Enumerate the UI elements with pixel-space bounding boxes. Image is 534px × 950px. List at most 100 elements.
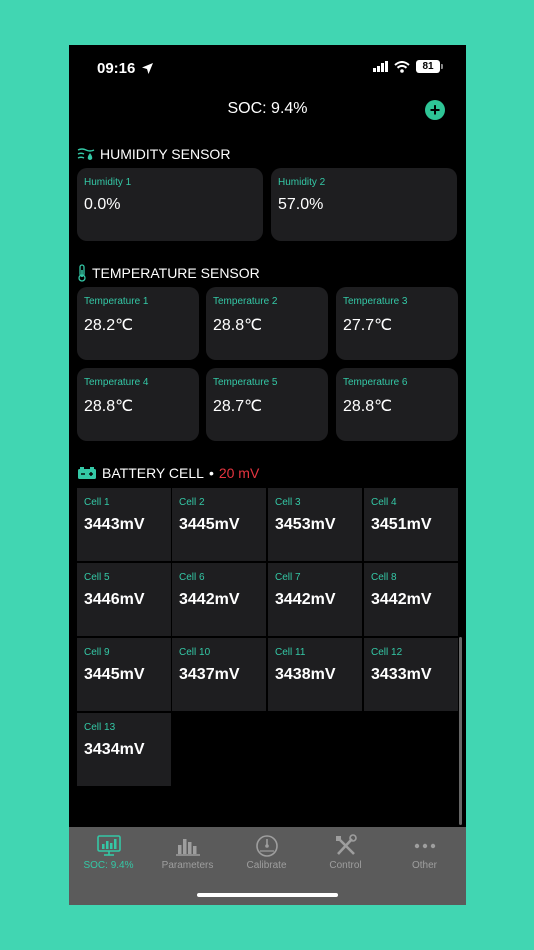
tab-control[interactable]: Control	[306, 827, 385, 877]
cell-voltage-delta: 20 mV	[218, 465, 260, 481]
humidity-label: Humidity 2	[278, 177, 326, 188]
cell-voltage: 3445mV	[179, 516, 240, 533]
tab-calibrate[interactable]: Calibrate	[227, 827, 306, 877]
temperature-label: Temperature 2	[213, 296, 278, 307]
battery-icon: 81	[416, 60, 443, 73]
cell-tile: Cell 12 3433mV	[364, 638, 458, 711]
cell-label: Cell 7	[275, 572, 301, 583]
cell-tile: Cell 1 3443mV	[77, 488, 171, 561]
humidity-card: Humidity 2 57.0%	[271, 168, 457, 241]
gauge-icon	[255, 835, 278, 857]
cell-voltage: 3445mV	[84, 666, 145, 683]
tab-label: Parameters	[161, 860, 214, 871]
temperature-card: Temperature 2 28.8℃	[206, 287, 328, 360]
thermometer-icon	[78, 264, 86, 282]
cell-voltage: 3442mV	[179, 591, 240, 608]
temperature-value: 28.8℃	[84, 398, 134, 415]
status-time: 09:16	[97, 60, 154, 77]
temperature-card: Temperature 6 28.8℃	[336, 368, 458, 441]
cell-tile: Cell 4 3451mV	[364, 488, 458, 561]
tab-label: Other	[411, 860, 437, 871]
cell-voltage: 3438mV	[275, 666, 336, 683]
cell-voltage: 3443mV	[84, 516, 145, 533]
cell-voltage: 3451mV	[371, 516, 432, 533]
temperature-value: 28.7℃	[213, 398, 263, 415]
separator-dot: •	[208, 465, 214, 481]
page-title: SOC: 9.4%	[227, 100, 308, 117]
cell-voltage: 3442mV	[275, 591, 336, 608]
cell-tile: Cell 13 3434mV	[77, 713, 171, 786]
cell-voltage: 3453mV	[275, 516, 336, 533]
cell-tile: Cell 6 3442mV	[172, 563, 266, 636]
temperature-label: Temperature 3	[343, 296, 408, 307]
temperature-card: Temperature 4 28.8℃	[77, 368, 199, 441]
cell-voltage: 3442mV	[371, 591, 432, 608]
tab-other[interactable]: Other	[385, 827, 464, 877]
cell-tile: Cell 10 3437mV	[172, 638, 266, 711]
cell-label: Cell 13	[84, 722, 116, 733]
humidity-value: 0.0%	[84, 196, 121, 213]
status-bar: 09:16 81	[69, 45, 466, 91]
cell-label: Cell 9	[84, 647, 110, 658]
cell-voltage: 3433mV	[371, 666, 432, 683]
tab-label: Calibrate	[246, 860, 287, 871]
cell-label: Cell 2	[179, 497, 205, 508]
tools-icon	[335, 834, 357, 855]
add-button[interactable]: +	[425, 100, 445, 120]
temperature-value: 27.7℃	[343, 317, 393, 334]
scrollbar[interactable]	[459, 637, 462, 825]
cell-label: Cell 11	[275, 647, 306, 658]
monitor-chart-icon	[96, 835, 121, 856]
cell-tile: Cell 7 3442mV	[268, 563, 362, 636]
battery-pack-icon	[78, 467, 96, 479]
temperature-card: Temperature 3 27.7℃	[336, 287, 458, 360]
humidity-value: 57.0%	[278, 196, 324, 213]
time-text: 09:16	[97, 60, 136, 77]
humidity-icon	[77, 148, 95, 160]
bar-chart-icon	[175, 839, 200, 856]
temperature-label: Temperature 4	[84, 377, 149, 388]
more-dots-icon	[414, 843, 435, 849]
cell-tile: Cell 5 3446mV	[77, 563, 171, 636]
cell-tile: Cell 2 3445mV	[172, 488, 266, 561]
phone-screen: 09:16 81 SOC: 9.4% + HUMIDITY SENSOR Hum…	[69, 45, 466, 905]
humidity-section-title: HUMIDITY SENSOR	[100, 146, 231, 162]
cellular-signal-icon	[373, 61, 388, 72]
cell-tile: Cell 3 3453mV	[268, 488, 362, 561]
cell-label: Cell 10	[179, 647, 211, 658]
temperature-label: Temperature 6	[343, 377, 408, 388]
home-indicator[interactable]	[197, 893, 338, 897]
cell-label: Cell 1	[84, 497, 110, 508]
tab-parameters[interactable]: Parameters	[148, 827, 227, 877]
humidity-section-header: HUMIDITY SENSOR	[77, 146, 230, 162]
cell-label: Cell 3	[275, 497, 301, 508]
location-arrow-icon	[142, 63, 154, 74]
temperature-card: Temperature 5 28.7℃	[206, 368, 328, 441]
status-indicators: 81	[373, 60, 443, 73]
cell-tile: Cell 8 3442mV	[364, 563, 458, 636]
wifi-icon	[394, 60, 410, 73]
temperature-value: 28.2℃	[84, 317, 134, 334]
temperature-label: Temperature 5	[213, 377, 278, 388]
temperature-label: Temperature 1	[84, 296, 149, 307]
cell-label: Cell 8	[371, 572, 397, 583]
cell-label: Cell 6	[179, 572, 205, 583]
battery-cell-section-title: BATTERY CELL	[102, 465, 204, 481]
cell-voltage: 3434mV	[84, 741, 145, 758]
cell-voltage: 3437mV	[179, 666, 240, 683]
temperature-value: 28.8℃	[213, 317, 263, 334]
cell-label: Cell 5	[84, 572, 110, 583]
humidity-label: Humidity 1	[84, 177, 132, 188]
temperature-value: 28.8℃	[343, 398, 393, 415]
temperature-section-title: TEMPERATURE SENSOR	[92, 265, 260, 281]
temperature-section-header: TEMPERATURE SENSOR	[77, 264, 260, 282]
cell-label: Cell 4	[371, 497, 397, 508]
temperature-card: Temperature 1 28.2℃	[77, 287, 199, 360]
tab-soc[interactable]: SOC: 9.4%	[69, 827, 148, 877]
humidity-card: Humidity 1 0.0%	[77, 168, 263, 241]
tab-label: SOC: 9.4%	[83, 860, 134, 871]
cell-tile: Cell 9 3445mV	[77, 638, 171, 711]
tab-label: Control	[329, 860, 362, 871]
battery-cell-section-header: BATTERY CELL • 20 mV	[77, 465, 259, 481]
cell-label: Cell 12	[371, 647, 403, 658]
